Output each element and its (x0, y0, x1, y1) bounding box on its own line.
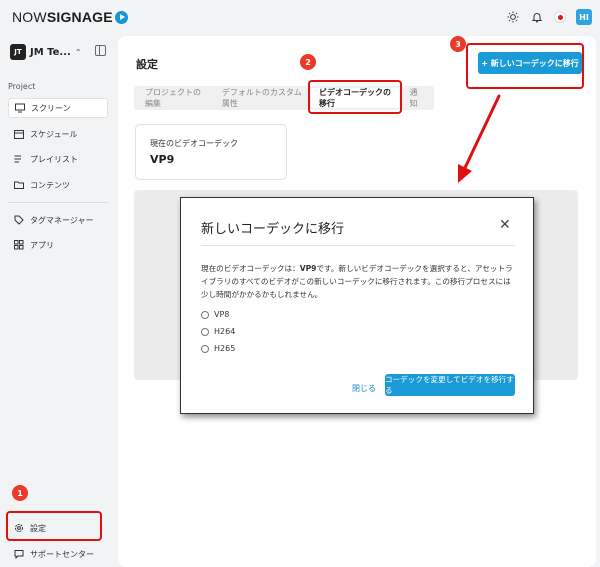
step-badge-1: 1 (12, 485, 28, 501)
collapse-sidebar-icon[interactable] (95, 45, 106, 56)
top-bar: NOW SIGNAGE HI (0, 0, 600, 36)
sidebar-item-label: スケジュール (30, 129, 78, 139)
sidebar-item-content[interactable]: コンテンツ (8, 175, 108, 195)
radio-button[interactable] (201, 310, 209, 319)
japan-flag-icon[interactable] (554, 11, 566, 23)
radio-button[interactable] (201, 344, 209, 353)
modal-desc-prefix: 現在のビデオコーデックは： (201, 264, 300, 273)
workspace-name: JM Te... (30, 46, 71, 58)
play-logo-icon (114, 10, 128, 24)
codec-option-label: VP8 (214, 310, 230, 319)
calendar-icon (14, 129, 24, 139)
modal-desc-codec: VP9 (299, 264, 317, 273)
sidebar-item-tag-manager[interactable]: タグマネージャー (8, 210, 108, 230)
modal-divider (201, 245, 515, 246)
migrate-codec-modal: 新しいコーデックに移行 ✕ 現在のビデオコーデックは：VP9です。新しいビデオコ… (180, 197, 534, 414)
sidebar-item-playlist[interactable]: プレイリスト (8, 149, 108, 169)
highlight-codec-tab (308, 80, 402, 114)
current-codec-label: 現在のビデオコーデック (150, 139, 238, 148)
codec-option-vp8[interactable]: VP8 (201, 310, 229, 319)
monitor-icon (15, 103, 25, 113)
modal-close-link[interactable]: 閉じる (352, 383, 376, 394)
page-title: 設定 (136, 58, 158, 71)
tab-notifications[interactable]: 通知 (401, 88, 431, 108)
chevron-updown-icon: ⌃ (74, 47, 82, 57)
highlight-migrate-button (466, 43, 584, 89)
sidebar-item-label: コンテンツ (30, 180, 70, 190)
apps-icon (14, 240, 24, 250)
tab-project-edit[interactable]: プロジェクトの編集 (137, 88, 214, 108)
header-actions: HI (506, 9, 592, 25)
sidebar-item-label: サポートセンター (30, 549, 94, 559)
sidebar-item-apps[interactable]: アプリ (8, 235, 108, 255)
sidebar-divider (8, 202, 108, 203)
codec-option-h265[interactable]: H265 (201, 344, 235, 353)
user-avatar[interactable]: HI (576, 9, 592, 25)
current-codec-card: 現在のビデオコーデック VP9 (135, 124, 287, 180)
tab-default-custom-attributes[interactable]: デフォルトのカスタム属性 (214, 88, 311, 108)
workspace-switcher[interactable]: JT JM Te... ⌃ (10, 42, 106, 62)
radio-button[interactable] (201, 327, 209, 336)
sidebar-item-label: アプリ (30, 240, 54, 250)
sidebar-item-support[interactable]: サポートセンター (8, 544, 108, 564)
logo-text-signage: SIGNAGE (46, 9, 113, 25)
tag-icon (14, 215, 24, 225)
step-badge-3: 3 (450, 36, 466, 52)
modal-title: 新しいコーデックに移行 (201, 222, 345, 237)
nowsignage-logo[interactable]: NOW SIGNAGE (12, 9, 128, 25)
logo-text-now: NOW (12, 9, 47, 25)
current-codec-value: VP9 (150, 153, 175, 166)
sidebar-item-label: スクリーン (31, 103, 71, 113)
close-icon[interactable]: ✕ (499, 218, 511, 232)
sun-icon[interactable] (506, 10, 520, 24)
playlist-icon (14, 154, 24, 164)
codec-option-h264[interactable]: H264 (201, 327, 235, 336)
sidebar-item-screens[interactable]: スクリーン (8, 98, 108, 118)
step-badge-2: 2 (300, 54, 316, 70)
highlight-settings (6, 511, 102, 541)
workspace-badge: JT (10, 44, 26, 60)
modal-description: 現在のビデオコーデックは：VP9です。新しいビデオコーデックを選択すると、アセッ… (201, 262, 517, 301)
bell-icon[interactable] (530, 10, 544, 24)
folder-icon (14, 180, 24, 190)
sidebar-item-schedule[interactable]: スケジュール (8, 124, 108, 144)
confirm-migrate-button[interactable]: コーデックを変更してビデオを移行する (385, 374, 515, 396)
sidebar-item-label: タグマネージャー (30, 215, 94, 225)
section-label-project: Project (8, 82, 36, 91)
codec-option-label: H264 (214, 327, 236, 336)
sidebar-item-label: プレイリスト (30, 154, 78, 164)
codec-option-label: H265 (214, 344, 236, 353)
chat-support-icon (14, 549, 24, 559)
